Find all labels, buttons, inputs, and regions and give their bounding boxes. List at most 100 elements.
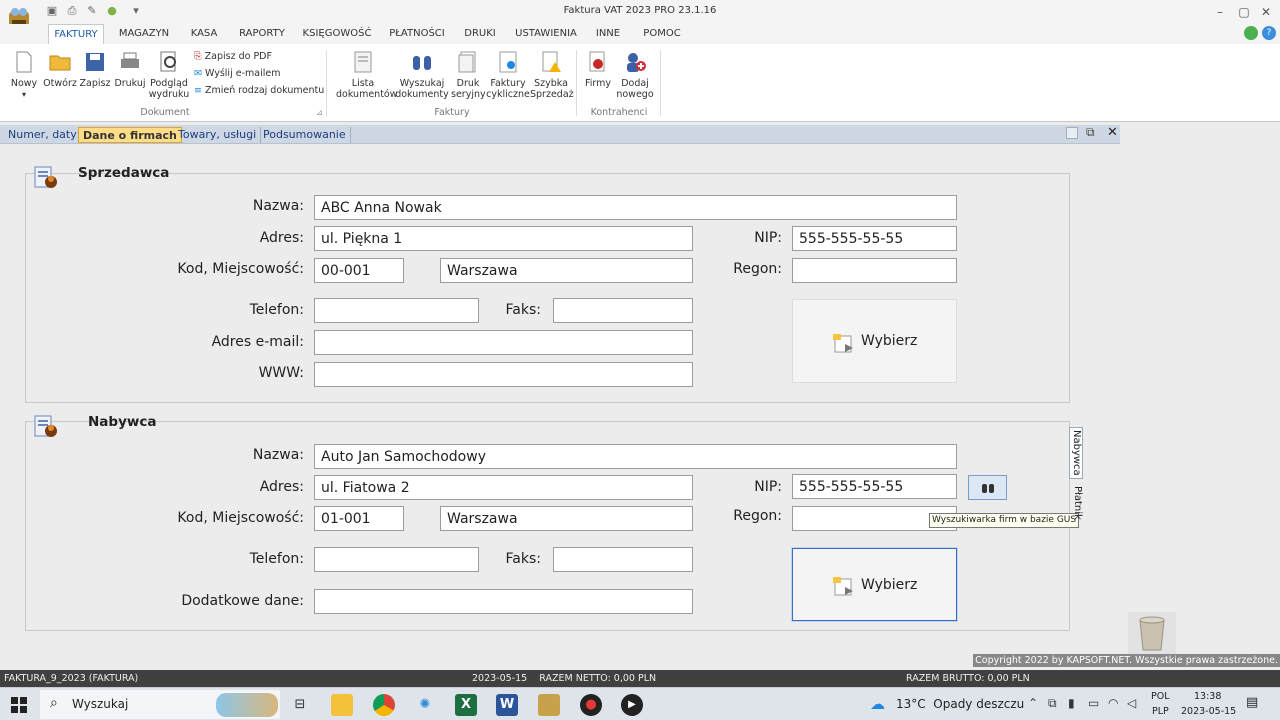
menu-faktury[interactable]: FAKTURY [48,24,104,44]
gus-search-button[interactable] [968,475,1007,500]
add-new-contractor-button[interactable]: Dodaj nowego [614,48,656,110]
email-icon: ✉ [194,68,202,79]
excel-icon[interactable]: X [455,694,477,716]
seller-email-field[interactable] [314,330,693,355]
help-icon[interactable]: ? [1262,26,1276,40]
restore-panel-icon[interactable] [1066,127,1078,139]
seller-fax-field[interactable] [553,298,693,323]
menu-inne[interactable]: INNE [590,24,626,44]
seller-email-label: Adres e-mail: [211,334,304,350]
tab-numer-daty[interactable]: Numer, daty [4,127,82,143]
seller-select-button[interactable]: Wybierz [792,299,957,383]
open-button[interactable]: Otwórz [42,48,78,110]
menu-magazyn[interactable]: MAGAZYN [112,24,176,44]
print-preview-button[interactable]: Podgląd wydruku [148,48,190,110]
notifications-icon[interactable]: ▤ [1246,695,1258,710]
buyer-fax-label: Faks: [505,551,541,567]
recycle-bin-icon[interactable] [1128,612,1176,654]
word-icon[interactable]: W [496,694,518,716]
menu-ksiegowosc[interactable]: KSIĘGOWOŚĆ [300,24,374,44]
menu-druki[interactable]: DRUKI [460,24,500,44]
seller-card-icon [34,166,57,188]
save-pdf-button[interactable]: ⎘ Zapisz do PDF [194,50,272,64]
minimize-icon[interactable]: – [1210,3,1230,21]
task-view-icon[interactable]: ⊟ [289,694,311,716]
companies-button[interactable]: Firmy [580,48,616,110]
new-label: Nowy [10,78,38,89]
new-document-icon [16,51,32,73]
buyer-select-button[interactable]: Wybierz [791,547,958,622]
quick-sale-button[interactable]: Szybka Sprzedaż [530,48,574,110]
save-pdf-label: Zapisz do PDF [204,51,272,62]
serial-print-button[interactable]: Druk seryjny [450,48,486,110]
seller-address-field[interactable]: ul. Piękna 1 [314,226,693,251]
paint-app-icon[interactable]: ✺ [414,694,436,716]
ribbon-separator [660,50,661,116]
tab-podsumowanie[interactable]: Podsumowanie [259,127,351,143]
change-doc-type-button[interactable]: ≡ Zmień rodzaj dokumentu [194,84,324,98]
close-icon[interactable]: ✕ [1256,3,1276,21]
window-title: Faktura VAT 2023 PRO 23.1.16 [563,5,717,16]
microphone-icon[interactable]: ▮ [1068,696,1075,710]
recurring-invoices-button[interactable]: Faktury cykliczne [486,48,530,110]
clock-date[interactable]: 2023-05-15 [1181,706,1236,717]
seller-nip-field[interactable]: 555-555-55-55 [792,226,957,251]
tab-towary-uslugi[interactable]: Towary, usługi [174,127,262,143]
side-tab-nabywca[interactable]: Nabywca [1069,427,1083,479]
menu-platnosci[interactable]: PŁATNOŚCI [384,24,450,44]
seller-phone-field[interactable] [314,298,479,323]
battery-icon[interactable]: ▭ [1088,696,1099,710]
floppy-icon [86,53,104,71]
seller-www-field[interactable] [314,362,693,387]
seller-city-field[interactable]: Warszawa [440,258,693,283]
buyer-city-field[interactable]: Warszawa [440,506,693,531]
print-button[interactable]: Drukuj [112,48,148,110]
tab-dane-o-firmach[interactable]: Dane o firmach [78,127,182,143]
menu-raporty[interactable]: RAPORTY [234,24,290,44]
taskbar-search-box[interactable]: ⌕ Wyszukaj [40,690,280,719]
weather-text[interactable]: 13°C Opady deszczu [896,697,1024,711]
tray-chevron-icon[interactable]: ⌃ [1028,696,1038,710]
close-panel-icon[interactable]: ✕ [1107,125,1118,140]
language-plp[interactable]: PLP [1152,706,1169,717]
search-highlight-image [216,693,278,717]
wifi-icon[interactable]: ◠ [1108,696,1118,710]
seller-regon-field[interactable] [792,258,957,283]
document-list-button[interactable]: Lista dokumentów [332,48,398,110]
buyer-nip-field[interactable]: 555-555-55-55 [792,474,957,499]
menu-ustawienia[interactable]: USTAWIENIA [510,24,582,44]
seller-postcode-field[interactable]: 00-001 [314,258,404,283]
menu-kasa[interactable]: KASA [184,24,224,44]
dialog-launcher-icon[interactable]: ⊿ [316,108,323,117]
new-button[interactable]: Nowy ▾ [6,48,42,110]
media-player-icon[interactable]: ▶ [621,694,643,716]
windows-start-icon[interactable] [11,697,27,713]
buyer-fax-field[interactable] [553,547,693,572]
buyer-phone-field[interactable] [314,547,479,572]
language-pol[interactable]: POL [1151,691,1170,702]
volume-icon[interactable]: ◁ [1127,696,1136,710]
tray-app-icon[interactable]: ⧉ [1048,696,1057,711]
clock-time[interactable]: 13:38 [1194,691,1221,702]
save-label: Zapisz [79,78,111,89]
send-email-button[interactable]: ✉ Wyślij e-mailem [194,67,280,81]
buyer-additional-label: Dodatkowe dane: [181,593,304,609]
file-explorer-icon[interactable] [331,694,353,716]
buyer-postcode-field[interactable]: 01-001 [314,506,404,531]
maximize-icon[interactable]: ▢ [1234,3,1254,21]
buyer-address-field[interactable]: ul. Fiatowa 2 [314,475,693,500]
ribbon-separator [576,50,577,116]
maximize-panel-icon[interactable]: ⧉ [1086,125,1095,140]
seller-name-field[interactable]: ABC Anna Nowak [314,195,957,220]
save-button[interactable]: Zapisz [78,48,112,110]
firms-content: Sprzedawca Nazwa: ABC Anna Nowak Adres: … [0,145,1120,658]
buyer-additional-field[interactable] [314,589,693,614]
chrome-icon[interactable] [373,694,395,716]
side-tab-platnik[interactable]: Płatnik [1069,483,1083,523]
buyer-name-field[interactable]: Auto Jan Samochodowy [314,444,957,469]
status-bar: FAKTURA_9_2023 (FAKTURA) 2023-05-15 RAZE… [0,670,1280,687]
record-app-icon[interactable]: ● [580,694,602,716]
search-documents-button[interactable]: Wyszukaj dokumenty [394,48,450,110]
faktura-app-icon[interactable] [538,694,560,716]
menu-pomoc[interactable]: POMOC [636,24,688,44]
